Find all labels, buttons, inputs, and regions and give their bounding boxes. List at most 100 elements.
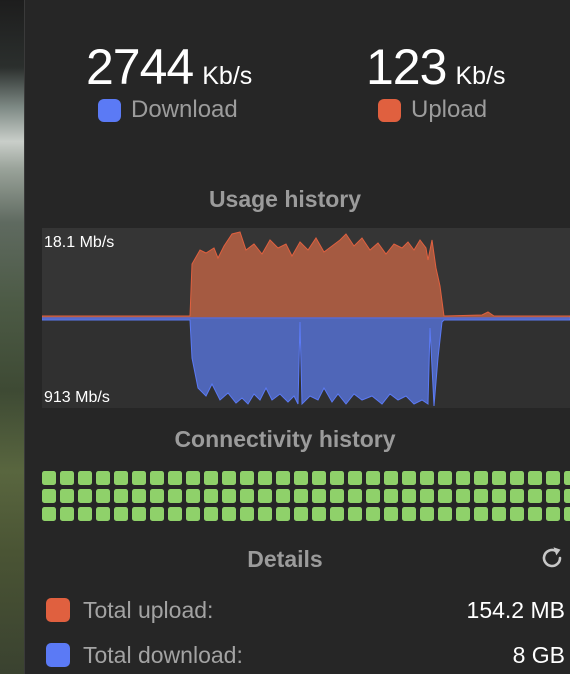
connectivity-cell	[492, 471, 506, 485]
connectivity-cell	[330, 471, 344, 485]
connectivity-cell	[42, 489, 56, 503]
connectivity-cell	[78, 471, 92, 485]
download-speed: 2744 Kb/s	[86, 38, 252, 96]
connectivity-cell	[420, 507, 434, 521]
connectivity-cell	[366, 489, 380, 503]
connectivity-cell	[114, 489, 128, 503]
upload-speed-unit: Kb/s	[455, 62, 506, 90]
upload-legend-label: Upload	[411, 96, 488, 123]
connectivity-cell	[168, 507, 182, 521]
connectivity-cell	[348, 471, 362, 485]
total-download-swatch	[46, 643, 70, 667]
connectivity-cell	[456, 489, 470, 503]
connectivity-cell	[168, 471, 182, 485]
upload-speed-value: 123	[366, 39, 447, 95]
connectivity-cell	[78, 507, 92, 521]
connectivity-cell	[456, 471, 470, 485]
connectivity-cell	[438, 489, 452, 503]
connectivity-cell	[240, 489, 254, 503]
connectivity-cell	[564, 471, 570, 485]
connectivity-cell	[222, 471, 236, 485]
refresh-icon[interactable]	[539, 545, 565, 571]
connectivity-cell	[492, 507, 506, 521]
connectivity-cell	[60, 471, 74, 485]
connectivity-cell	[294, 489, 308, 503]
connectivity-cell	[150, 507, 164, 521]
connectivity-cell	[546, 489, 560, 503]
connectivity-cell	[312, 471, 326, 485]
connectivity-cell	[222, 507, 236, 521]
usage-history-chart	[42, 228, 570, 408]
connectivity-cell	[294, 471, 308, 485]
connectivity-cell	[42, 507, 56, 521]
connectivity-cell	[474, 507, 488, 521]
connectivity-cell	[276, 489, 290, 503]
total-download-value: 8 GB	[512, 642, 565, 668]
connectivity-cell	[510, 471, 524, 485]
connectivity-cell	[186, 489, 200, 503]
upload-speed: 123 Kb/s	[366, 38, 505, 96]
connectivity-cell	[114, 471, 128, 485]
connectivity-cell	[384, 471, 398, 485]
connectivity-cell	[60, 489, 74, 503]
connectivity-cell	[438, 507, 452, 521]
upload-max-label: 18.1 Mb/s	[44, 234, 115, 251]
connectivity-history-heading: Connectivity history	[174, 426, 396, 452]
connectivity-cell	[276, 471, 290, 485]
connectivity-cell	[276, 507, 290, 521]
connectivity-cell	[222, 489, 236, 503]
connectivity-cell	[96, 471, 110, 485]
connectivity-cell	[60, 507, 74, 521]
upload-color-swatch	[378, 98, 401, 122]
upload-legend: Upload	[378, 96, 487, 124]
total-upload-label: Total upload:	[83, 597, 214, 623]
connectivity-cell	[204, 471, 218, 485]
connectivity-cell	[528, 489, 542, 503]
connectivity-cell	[366, 507, 380, 521]
connectivity-cell	[204, 489, 218, 503]
connectivity-cell	[402, 489, 416, 503]
connectivity-history-grid	[42, 471, 570, 521]
connectivity-cell	[420, 471, 434, 485]
connectivity-cell	[150, 471, 164, 485]
connectivity-cell	[546, 471, 560, 485]
connectivity-cell	[348, 507, 362, 521]
download-color-swatch	[98, 98, 121, 122]
connectivity-cell	[132, 507, 146, 521]
connectivity-cell	[150, 489, 164, 503]
connectivity-cell	[474, 489, 488, 503]
connectivity-cell	[510, 507, 524, 521]
download-max-label: 913 Mb/s	[44, 389, 110, 406]
connectivity-cell	[132, 489, 146, 503]
connectivity-cell	[348, 489, 362, 503]
connectivity-cell	[96, 507, 110, 521]
connectivity-cell	[330, 507, 344, 521]
connectivity-cell	[438, 471, 452, 485]
connectivity-cell	[456, 507, 470, 521]
connectivity-cell	[132, 471, 146, 485]
download-legend-label: Download	[131, 96, 238, 123]
connectivity-cell	[42, 471, 56, 485]
connectivity-cell	[258, 471, 272, 485]
connectivity-cell	[258, 489, 272, 503]
connectivity-cell	[528, 471, 542, 485]
connectivity-cell	[510, 489, 524, 503]
usage-history-heading: Usage history	[208, 186, 362, 212]
connectivity-cell	[312, 489, 326, 503]
connectivity-cell	[168, 489, 182, 503]
connectivity-cell	[114, 507, 128, 521]
download-speed-value: 2744	[86, 39, 194, 95]
connectivity-cell	[186, 471, 200, 485]
connectivity-cell	[240, 507, 254, 521]
connectivity-cell	[384, 489, 398, 503]
connectivity-cell	[492, 489, 506, 503]
connectivity-cell	[294, 507, 308, 521]
connectivity-cell	[474, 471, 488, 485]
connectivity-cell	[564, 489, 570, 503]
download-legend: Download	[98, 96, 238, 124]
connectivity-cell	[546, 507, 560, 521]
connectivity-cell	[402, 507, 416, 521]
connectivity-cell	[96, 489, 110, 503]
connectivity-cell	[204, 507, 218, 521]
total-upload-value: 154.2 MB	[466, 597, 565, 623]
